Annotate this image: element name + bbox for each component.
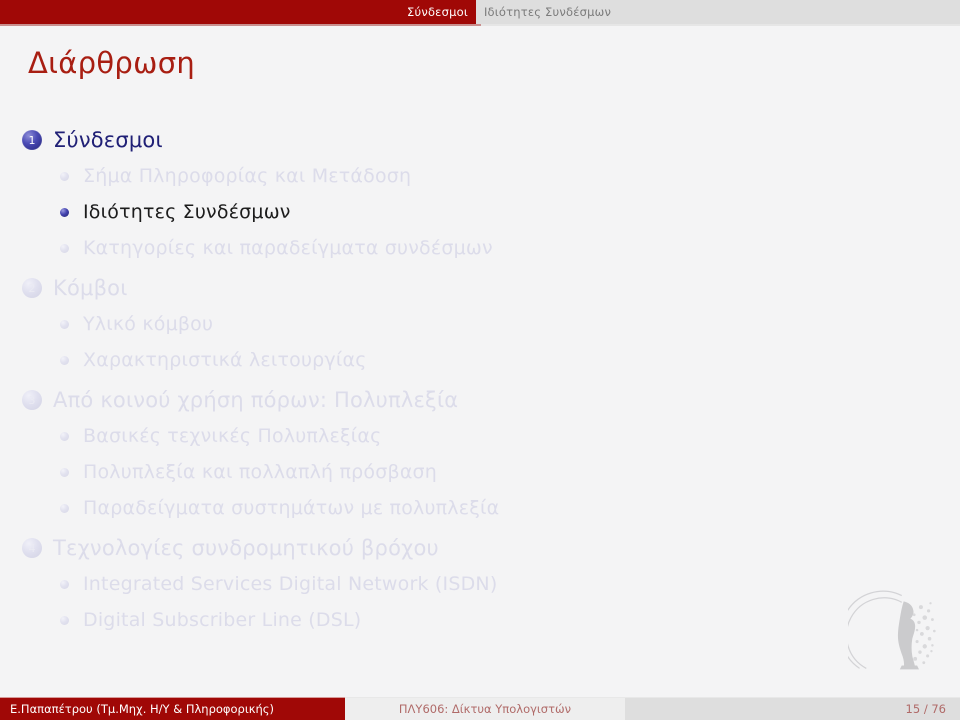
outline-section: 1 Σύνδεσμοι Σήμα Πληροφορίας και Μετάδοσ… (0, 122, 860, 266)
footer-bar: Ε.Παπαπέτρου (Τμ.Μηχ. Η/Υ & Πληροφορικής… (0, 698, 960, 720)
section-label: Από κοινού χρήση πόρων: Πολυπλεξία (53, 387, 459, 412)
outline-subsection-row[interactable]: Κατηγορίες και παραδείγματα συνδέσμων (0, 230, 860, 266)
outline-subsection-row[interactable]: Digital Subscriber Line (DSL) (0, 602, 860, 638)
subsection-label: Πολυπλεξία και πολλαπλή πρόσβαση (83, 460, 438, 483)
bullet-dot-icon (60, 503, 69, 513)
outline-subsection-row[interactable]: Χαρακτηριστικά λειτουργίας (0, 342, 860, 378)
nav-item-subsection-idiotites[interactable]: Ιδιότητες Συνδέσμων (475, 0, 620, 24)
navigation-bar: Σύνδεσμοι Ιδιότητες Συνδέσμων (0, 0, 960, 24)
bullet-dot-icon (60, 355, 69, 365)
subsection-label: Σήμα Πληροφορίας και Μετάδοση (83, 164, 412, 187)
outline-section-row[interactable]: 1 Σύνδεσμοι (0, 122, 860, 158)
bullet-dot-icon (60, 615, 69, 625)
footer-author: Ε.Παπαπέτρου (Τμ.Μηχ. Η/Υ & Πληροφορικής… (0, 698, 345, 720)
bullet-dot-icon (60, 207, 69, 217)
subsection-label: Integrated Services Digital Network (ISD… (83, 572, 498, 595)
outline-subsection-row[interactable]: Πολυπλεξία και πολλαπλή πρόσβαση (0, 454, 860, 490)
section-label: Σύνδεσμοι (53, 127, 163, 152)
nav-item-label: Ιδιότητες Συνδέσμων (483, 5, 612, 19)
university-seal-icon: ΠΑΝΕΠΙΣΤΗΜΙΟ ΙΩΑΝΝΙΝΩΝ (848, 590, 936, 670)
outline-section: 3 Από κοινού χρήση πόρων: Πολυπλεξία Βασ… (0, 382, 860, 526)
outline-section: 2 Κόμβοι Υλικό κόμβου Χαρακτηριστικά λει… (0, 270, 860, 378)
outline-subsection-row[interactable]: Σήμα Πληροφορίας και Μετάδοση (0, 158, 860, 194)
subsection-label: Χαρακτηριστικά λειτουργίας (83, 348, 367, 371)
section-number-badge: 2 (22, 278, 42, 298)
outline-list: 1 Σύνδεσμοι Σήμα Πληροφορίας και Μετάδοσ… (0, 122, 860, 642)
section-label: Τεχνολογίες συνδρομητικού βρόχου (53, 535, 439, 560)
nav-bar-right-fill (619, 0, 960, 24)
section-number-badge: 1 (22, 130, 42, 150)
subsection-label: Ιδιότητες Συνδέσμων (83, 200, 291, 223)
section-label: Κόμβοι (53, 275, 128, 300)
bullet-dot-icon (60, 467, 69, 477)
subsection-label: Κατηγορίες και παραδείγματα συνδέσμων (83, 236, 493, 259)
section-number-badge: 3 (22, 390, 42, 410)
outline-subsection-row[interactable]: Integrated Services Digital Network (ISD… (0, 566, 860, 602)
bullet-dot-icon (60, 431, 69, 441)
subsection-label: Υλικό κόμβου (83, 312, 214, 335)
nav-bar-left-fill (0, 0, 399, 24)
bullet-dot-icon (60, 579, 69, 589)
footer-course-title: ΠΛΥ606: Δίκτυα Υπολογιστών (345, 698, 625, 720)
bullet-dot-icon (60, 319, 69, 329)
outline-subsection-row[interactable]: Παραδείγματα συστημάτων με πολυπλεξία (0, 490, 860, 526)
footer-page-number: 15 / 76 (625, 698, 960, 720)
outline-section-row[interactable]: 3 Από κοινού χρήση πόρων: Πολυπλεξία (0, 382, 860, 418)
outline-subsection-row[interactable]: Υλικό κόμβου (0, 306, 860, 342)
header-divider (0, 24, 960, 26)
outline-section-row[interactable]: 2 Κόμβοι (0, 270, 860, 306)
outline-section-row[interactable]: 4 Τεχνολογίες συνδρομητικού βρόχου (0, 530, 860, 566)
subsection-label: Digital Subscriber Line (DSL) (83, 608, 362, 631)
section-number-badge: 4 (22, 538, 42, 558)
subsection-label: Βασικές τεχνικές Πολυπλεξίας (83, 424, 382, 447)
nav-item-label: Σύνδεσμοι (407, 5, 468, 19)
outline-section: 4 Τεχνολογίες συνδρομητικού βρόχου Integ… (0, 530, 860, 638)
outline-subsection-row-current[interactable]: Ιδιότητες Συνδέσμων (0, 194, 860, 230)
nav-item-section-synesmoi[interactable]: Σύνδεσμοι (399, 0, 476, 24)
bullet-dot-icon (60, 243, 69, 253)
subsection-label: Παραδείγματα συστημάτων με πολυπλεξία (83, 496, 500, 519)
bullet-dot-icon (60, 171, 69, 181)
outline-subsection-row[interactable]: Βασικές τεχνικές Πολυπλεξίας (0, 418, 860, 454)
page-title: Διάρθρωση (28, 46, 196, 80)
